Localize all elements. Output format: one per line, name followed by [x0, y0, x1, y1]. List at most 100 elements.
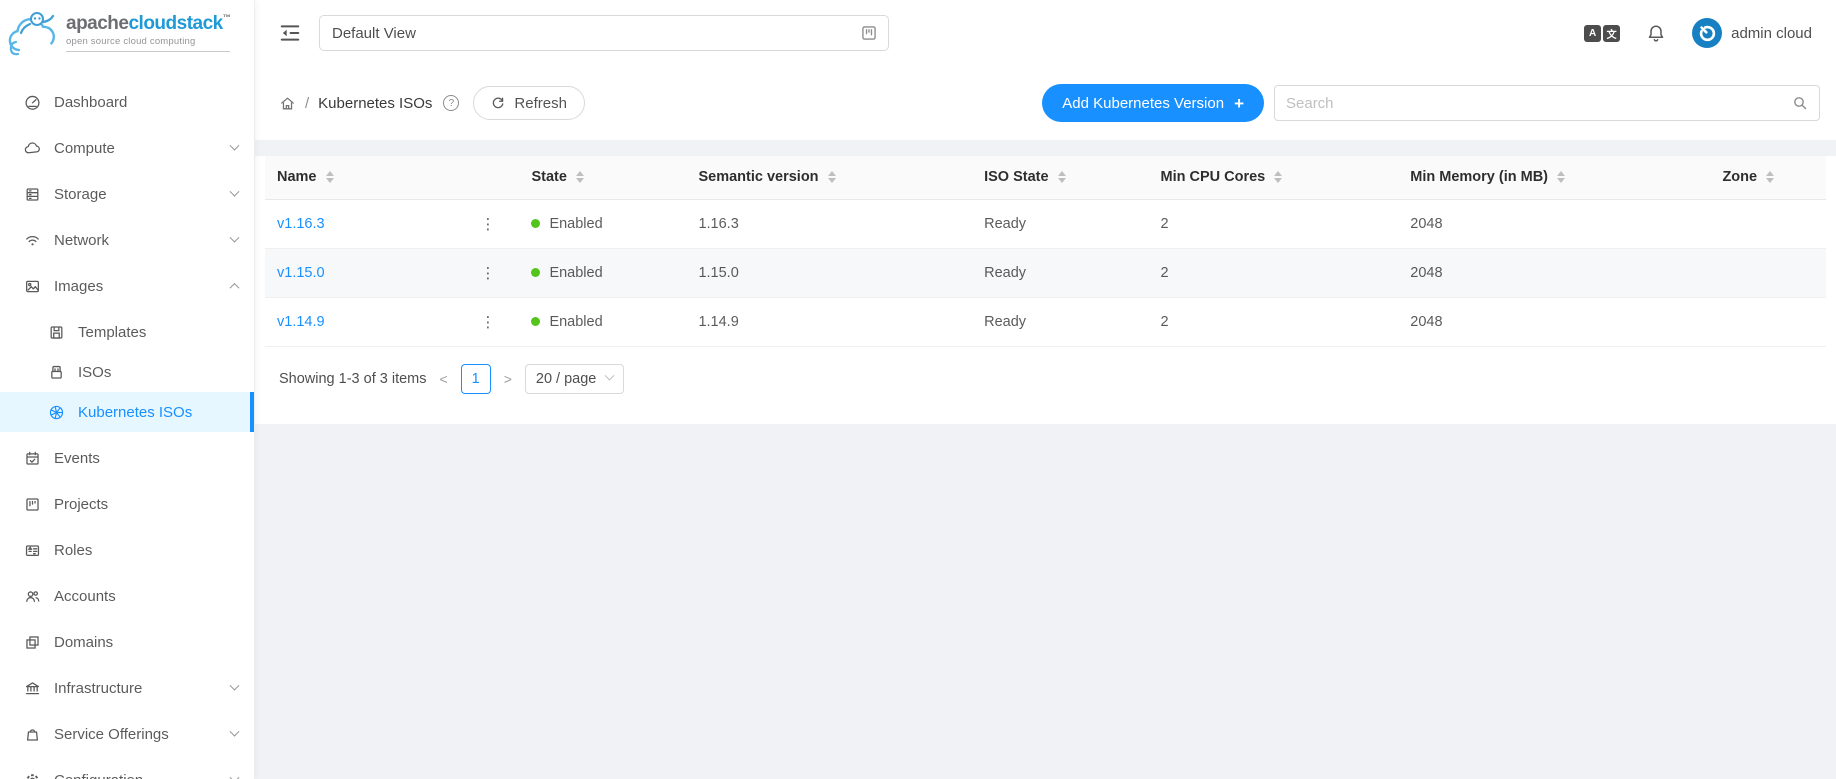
add-kubernetes-version-button[interactable]: Add Kubernetes Version +	[1042, 84, 1264, 122]
semantic-version-value: 1.16.3	[698, 216, 738, 232]
help-icon[interactable]: ?	[443, 95, 459, 111]
sidebar-item-accounts[interactable]: Accounts	[0, 576, 254, 616]
content-background	[255, 424, 1836, 779]
project-icon	[24, 496, 41, 513]
sidebar-item-kubernetes-isos[interactable]: Kubernetes ISOs	[0, 392, 254, 432]
sidebar-item-label: Service Offerings	[54, 726, 231, 743]
sidebar-item-network[interactable]: Network	[0, 220, 254, 260]
team-icon	[24, 588, 41, 605]
min-memory-value: 2048	[1410, 265, 1442, 281]
chevron-down-icon	[230, 680, 240, 690]
sidebar-item-images[interactable]: Images	[0, 266, 254, 306]
row-actions-menu-icon[interactable]: ⋮	[474, 215, 501, 233]
breadcrumb: / Kubernetes ISOs ?	[279, 95, 459, 112]
pagination-page-1[interactable]: 1	[461, 364, 491, 394]
add-button-label: Add Kubernetes Version	[1062, 95, 1224, 112]
user-name: admin cloud	[1731, 25, 1812, 42]
pagination-prev-icon[interactable]: <	[437, 371, 451, 387]
home-icon[interactable]	[279, 95, 296, 112]
row-actions-menu-icon[interactable]: ⋮	[474, 313, 501, 331]
reload-icon	[491, 96, 505, 110]
toolbar: / Kubernetes ISOs ? Refresh Add Kubernet…	[255, 66, 1836, 140]
cloudstack-logo[interactable]: apachecloudstack™ open source cloud comp…	[0, 0, 254, 66]
min-memory-value: 2048	[1410, 314, 1442, 330]
sidebar-item-events[interactable]: Events	[0, 438, 254, 478]
breadcrumb-separator: /	[305, 95, 309, 112]
min-memory-value: 2048	[1410, 216, 1442, 232]
min-cpu-value: 2	[1161, 314, 1169, 330]
sidebar-item-templates[interactable]: Templates	[0, 312, 254, 352]
kubernetes-icon	[48, 404, 65, 421]
sidebar-item-label: ISOs	[78, 364, 238, 381]
sidebar-item-domains[interactable]: Domains	[0, 622, 254, 662]
chevron-down-icon	[230, 232, 240, 242]
chevron-down-icon	[230, 186, 240, 196]
search-icon[interactable]	[1792, 95, 1808, 111]
refresh-label: Refresh	[514, 95, 567, 112]
row-name-link[interactable]: v1.14.9	[277, 314, 325, 330]
row-name-link[interactable]: v1.15.0	[277, 265, 325, 281]
view-selector[interactable]	[319, 15, 889, 51]
sorter-icon	[828, 171, 836, 183]
sidebar-item-storage[interactable]: Storage	[0, 174, 254, 214]
sidebar-item-compute[interactable]: Compute	[0, 128, 254, 168]
page-size-select[interactable]: 20 / page	[525, 364, 624, 394]
row-name-link[interactable]: v1.16.3	[277, 216, 325, 232]
domains-icon	[24, 634, 41, 651]
user-menu[interactable]: admin cloud	[1692, 18, 1812, 48]
sidebar-item-label: Network	[54, 232, 231, 249]
sidebar-item-service-offerings[interactable]: Service Offerings	[0, 714, 254, 754]
search-input[interactable]	[1286, 95, 1792, 112]
sidebar-item-configuration[interactable]: Configuration	[0, 760, 254, 779]
column-header-state[interactable]: State	[519, 156, 686, 199]
sidebar-item-label: Projects	[54, 496, 238, 513]
pagination-next-icon[interactable]: >	[501, 371, 515, 387]
state-value: Enabled	[549, 314, 602, 330]
column-header-min-memory[interactable]: Min Memory (in MB)	[1398, 156, 1710, 199]
pagination: Showing 1-3 of 3 items < 1 > 20 / page	[265, 347, 1826, 424]
logo-tagline: open source cloud computing	[66, 34, 230, 52]
sidebar-item-projects[interactable]: Projects	[0, 484, 254, 524]
gear-icon	[24, 772, 41, 779]
main-area: A 文 admin cloud /	[255, 0, 1836, 779]
chevron-down-icon	[230, 772, 240, 779]
kubernetes-isos-table-card: Name State Semantic version ISO State Mi…	[255, 156, 1836, 424]
sidebar-item-label: Dashboard	[54, 94, 238, 111]
column-header-min-cpu-cores[interactable]: Min CPU Cores	[1149, 156, 1399, 199]
chevron-down-icon	[230, 726, 240, 736]
plus-icon: +	[1234, 95, 1244, 112]
column-header-iso-state[interactable]: ISO State	[972, 156, 1148, 199]
sidebar-item-infrastructure[interactable]: Infrastructure	[0, 668, 254, 708]
sidebar-item-roles[interactable]: Roles	[0, 530, 254, 570]
sorter-icon	[576, 171, 584, 183]
status-enabled-dot	[531, 219, 540, 228]
notification-bell-icon[interactable]	[1646, 23, 1666, 43]
sidebar-item-label: Domains	[54, 634, 238, 651]
column-header-name[interactable]: Name	[265, 156, 519, 199]
sidebar-item-dashboard[interactable]: Dashboard	[0, 82, 254, 122]
iso-icon	[48, 364, 65, 381]
menu-fold-icon[interactable]	[279, 22, 301, 44]
sidebar-item-label: Configuration	[54, 772, 231, 779]
column-header-zone[interactable]: Zone	[1710, 156, 1826, 199]
iso-state-value: Ready	[984, 265, 1026, 281]
row-actions-menu-icon[interactable]: ⋮	[474, 264, 501, 282]
view-selector-input[interactable]	[332, 25, 860, 42]
refresh-button[interactable]: Refresh	[473, 86, 585, 120]
table-row: v1.16.3⋮ Enabled 1.16.3 Ready 2 2048	[265, 199, 1826, 248]
calendar-icon	[24, 450, 41, 467]
sorter-icon	[1557, 171, 1565, 183]
translation-icon[interactable]: A 文	[1584, 25, 1620, 42]
breadcrumb-current: Kubernetes ISOs	[318, 95, 432, 112]
chevron-down-icon	[230, 140, 240, 150]
column-header-semantic-version[interactable]: Semantic version	[686, 156, 972, 199]
cloud-icon	[24, 140, 41, 157]
table-row: v1.14.9⋮ Enabled 1.14.9 Ready 2 2048	[265, 297, 1826, 346]
sidebar-item-label: Kubernetes ISOs	[78, 404, 238, 421]
project-view-icon[interactable]	[860, 24, 878, 42]
logo-wordmark: apachecloudstack™	[66, 14, 230, 33]
sidebar-item-label: Events	[54, 450, 238, 467]
min-cpu-value: 2	[1161, 265, 1169, 281]
user-avatar	[1692, 18, 1722, 48]
sidebar-item-isos[interactable]: ISOs	[0, 352, 254, 392]
